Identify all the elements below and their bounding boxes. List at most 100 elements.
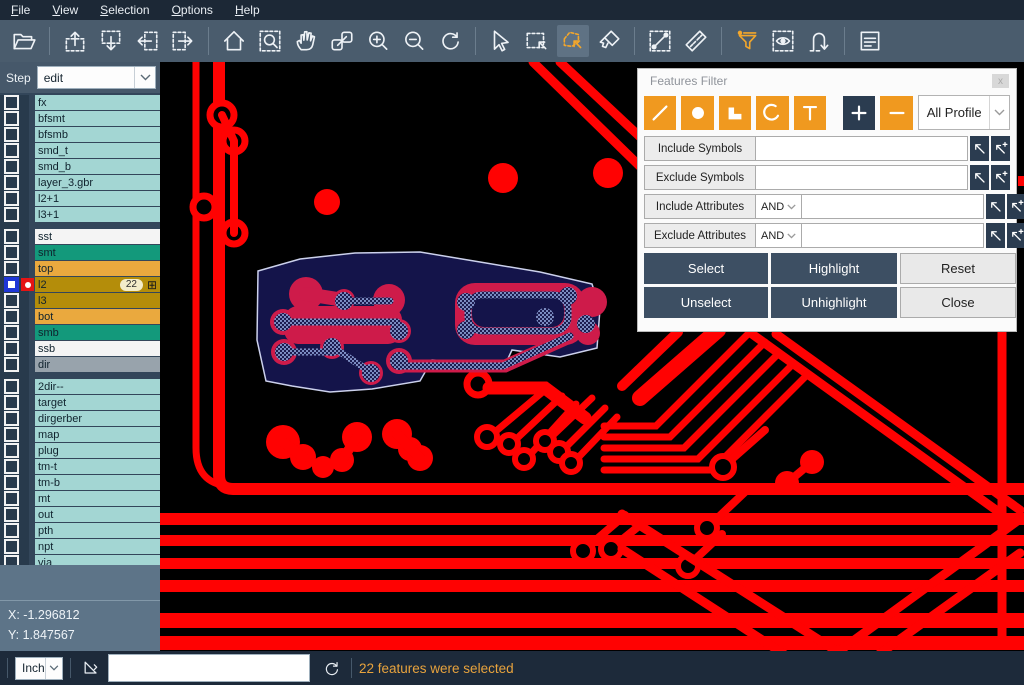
step-dropdown[interactable]: edit	[37, 66, 156, 89]
profile-dropdown[interactable]: All Profile	[918, 95, 1010, 130]
layer-visibility-checkbox[interactable]	[4, 357, 19, 372]
select-rectangle-icon[interactable]	[521, 25, 553, 57]
layer-visibility-checkbox[interactable]	[4, 411, 19, 426]
include-mode-button[interactable]	[843, 96, 875, 130]
layer-row[interactable]: plug	[0, 443, 160, 458]
layer-visibility-checkbox[interactable]	[4, 309, 19, 324]
layer-name[interactable]: target	[35, 395, 160, 410]
layer-row[interactable]: layer_3.gbr	[0, 175, 160, 190]
layer-row[interactable]: top	[0, 261, 160, 276]
layer-row[interactable]: tm-b	[0, 475, 160, 490]
layer-row[interactable]: npt	[0, 539, 160, 554]
refresh-icon[interactable]	[318, 655, 344, 681]
pan-left-icon[interactable]	[131, 25, 163, 57]
surface-tool-icon[interactable]	[719, 96, 751, 130]
layer-name[interactable]: pth	[35, 523, 160, 538]
layer-name[interactable]: sst	[35, 229, 160, 244]
layer-row[interactable]: smd_b	[0, 159, 160, 174]
layer-name[interactable]: ssb	[35, 341, 160, 356]
layer-name[interactable]: layer_3.gbr	[35, 175, 160, 190]
layer-row[interactable]: dirgerber	[0, 411, 160, 426]
features-filter-icon[interactable]	[731, 25, 763, 57]
include-attributes-operator[interactable]: AND	[756, 194, 802, 219]
reset-button[interactable]: Reset	[900, 253, 1016, 284]
layer-visibility-checkbox[interactable]	[4, 379, 19, 394]
layer-name[interactable]: tm-t	[35, 459, 160, 474]
layer-row[interactable]: bot	[0, 309, 160, 324]
zoom-area-icon[interactable]	[254, 25, 286, 57]
layer-row[interactable]: l3+1	[0, 207, 160, 222]
zoom-object-icon[interactable]	[326, 25, 358, 57]
layer-name[interactable]: smb	[35, 325, 160, 340]
close-icon[interactable]: x	[992, 74, 1009, 88]
layer-row[interactable]: l2+1	[0, 191, 160, 206]
include-attributes-input[interactable]	[802, 194, 984, 219]
measure-line-icon[interactable]	[644, 25, 676, 57]
pick-attribute-icon[interactable]	[986, 223, 1005, 248]
layer-name[interactable]: bot	[35, 309, 160, 324]
layer-visibility-checkbox[interactable]	[4, 207, 19, 222]
layer-name[interactable]: tm-b	[35, 475, 160, 490]
menu-view[interactable]: View	[41, 1, 89, 19]
select-button[interactable]: Select	[644, 253, 768, 284]
layer-row[interactable]: tm-t	[0, 459, 160, 474]
pad-tool-icon[interactable]	[681, 96, 713, 130]
layer-row[interactable]: target	[0, 395, 160, 410]
layer-name[interactable]: l2+1	[35, 191, 160, 206]
zoom-previous-icon[interactable]	[434, 25, 466, 57]
measure-ruler-icon[interactable]	[680, 25, 712, 57]
exclude-attributes-operator[interactable]: AND	[756, 223, 802, 248]
pan-right-icon[interactable]	[167, 25, 199, 57]
pan-up-icon[interactable]	[59, 25, 91, 57]
highlight-button[interactable]: Highlight	[771, 253, 897, 284]
layer-visibility-checkbox[interactable]	[4, 127, 19, 142]
clear-brush-icon[interactable]	[593, 25, 625, 57]
pick-symbol-icon[interactable]	[970, 136, 989, 161]
layer-row[interactable]: fx	[0, 95, 160, 110]
pick-symbol-icon[interactable]	[970, 165, 989, 190]
pick-add-symbol-icon[interactable]	[991, 165, 1010, 190]
snap-angle-icon[interactable]	[78, 655, 104, 681]
layer-visibility-checkbox[interactable]	[4, 191, 19, 206]
layer-name[interactable]: smd_t	[35, 143, 160, 158]
layer-row[interactable]: l222⊞	[0, 277, 160, 292]
layer-visibility-checkbox[interactable]	[4, 325, 19, 340]
layer-visibility-checkbox[interactable]	[4, 539, 19, 554]
pick-add-attribute-icon[interactable]	[1007, 223, 1024, 248]
zoom-in-icon[interactable]	[362, 25, 394, 57]
layer-visibility-checkbox[interactable]	[4, 427, 19, 442]
layer-row[interactable]: smb	[0, 325, 160, 340]
layer-visibility-checkbox[interactable]	[4, 229, 19, 244]
layer-visibility-checkbox[interactable]	[4, 459, 19, 474]
layer-row[interactable]: 2dir--	[0, 379, 160, 394]
layer-name[interactable]: l222⊞	[35, 277, 160, 292]
layer-visibility-checkbox[interactable]	[4, 245, 19, 260]
layer-visibility-checkbox[interactable]	[4, 261, 19, 276]
pan-down-icon[interactable]	[95, 25, 127, 57]
unselect-button[interactable]: Unselect	[644, 287, 768, 318]
layer-row[interactable]: sst	[0, 229, 160, 244]
layer-name[interactable]: top	[35, 261, 160, 276]
layer-visibility-checkbox[interactable]	[4, 95, 19, 110]
layer-row[interactable]: out	[0, 507, 160, 522]
select-polygon-icon[interactable]	[557, 25, 589, 57]
layer-row[interactable]: bfsmt	[0, 111, 160, 126]
pick-add-symbol-icon[interactable]	[991, 136, 1010, 161]
layer-visibility-checkbox[interactable]	[4, 143, 19, 158]
view-options-icon[interactable]	[767, 25, 799, 57]
arc-tool-icon[interactable]	[756, 96, 788, 130]
layer-name[interactable]: smd_b	[35, 159, 160, 174]
layer-name[interactable]: plug	[35, 443, 160, 458]
layer-row[interactable]: ssb	[0, 341, 160, 356]
layer-name[interactable]: 2dir--	[35, 379, 160, 394]
zoom-out-icon[interactable]	[398, 25, 430, 57]
layer-visibility-checkbox[interactable]	[4, 395, 19, 410]
layer-visibility-checkbox[interactable]	[4, 277, 19, 292]
layer-name[interactable]: fx	[35, 95, 160, 110]
layer-name[interactable]: l3	[35, 293, 160, 308]
exclude-mode-button[interactable]	[880, 96, 912, 130]
menu-help[interactable]: Help	[224, 1, 271, 19]
text-tool-icon[interactable]	[794, 96, 826, 130]
pick-attribute-icon[interactable]	[986, 194, 1005, 219]
layer-visibility-checkbox[interactable]	[4, 111, 19, 126]
